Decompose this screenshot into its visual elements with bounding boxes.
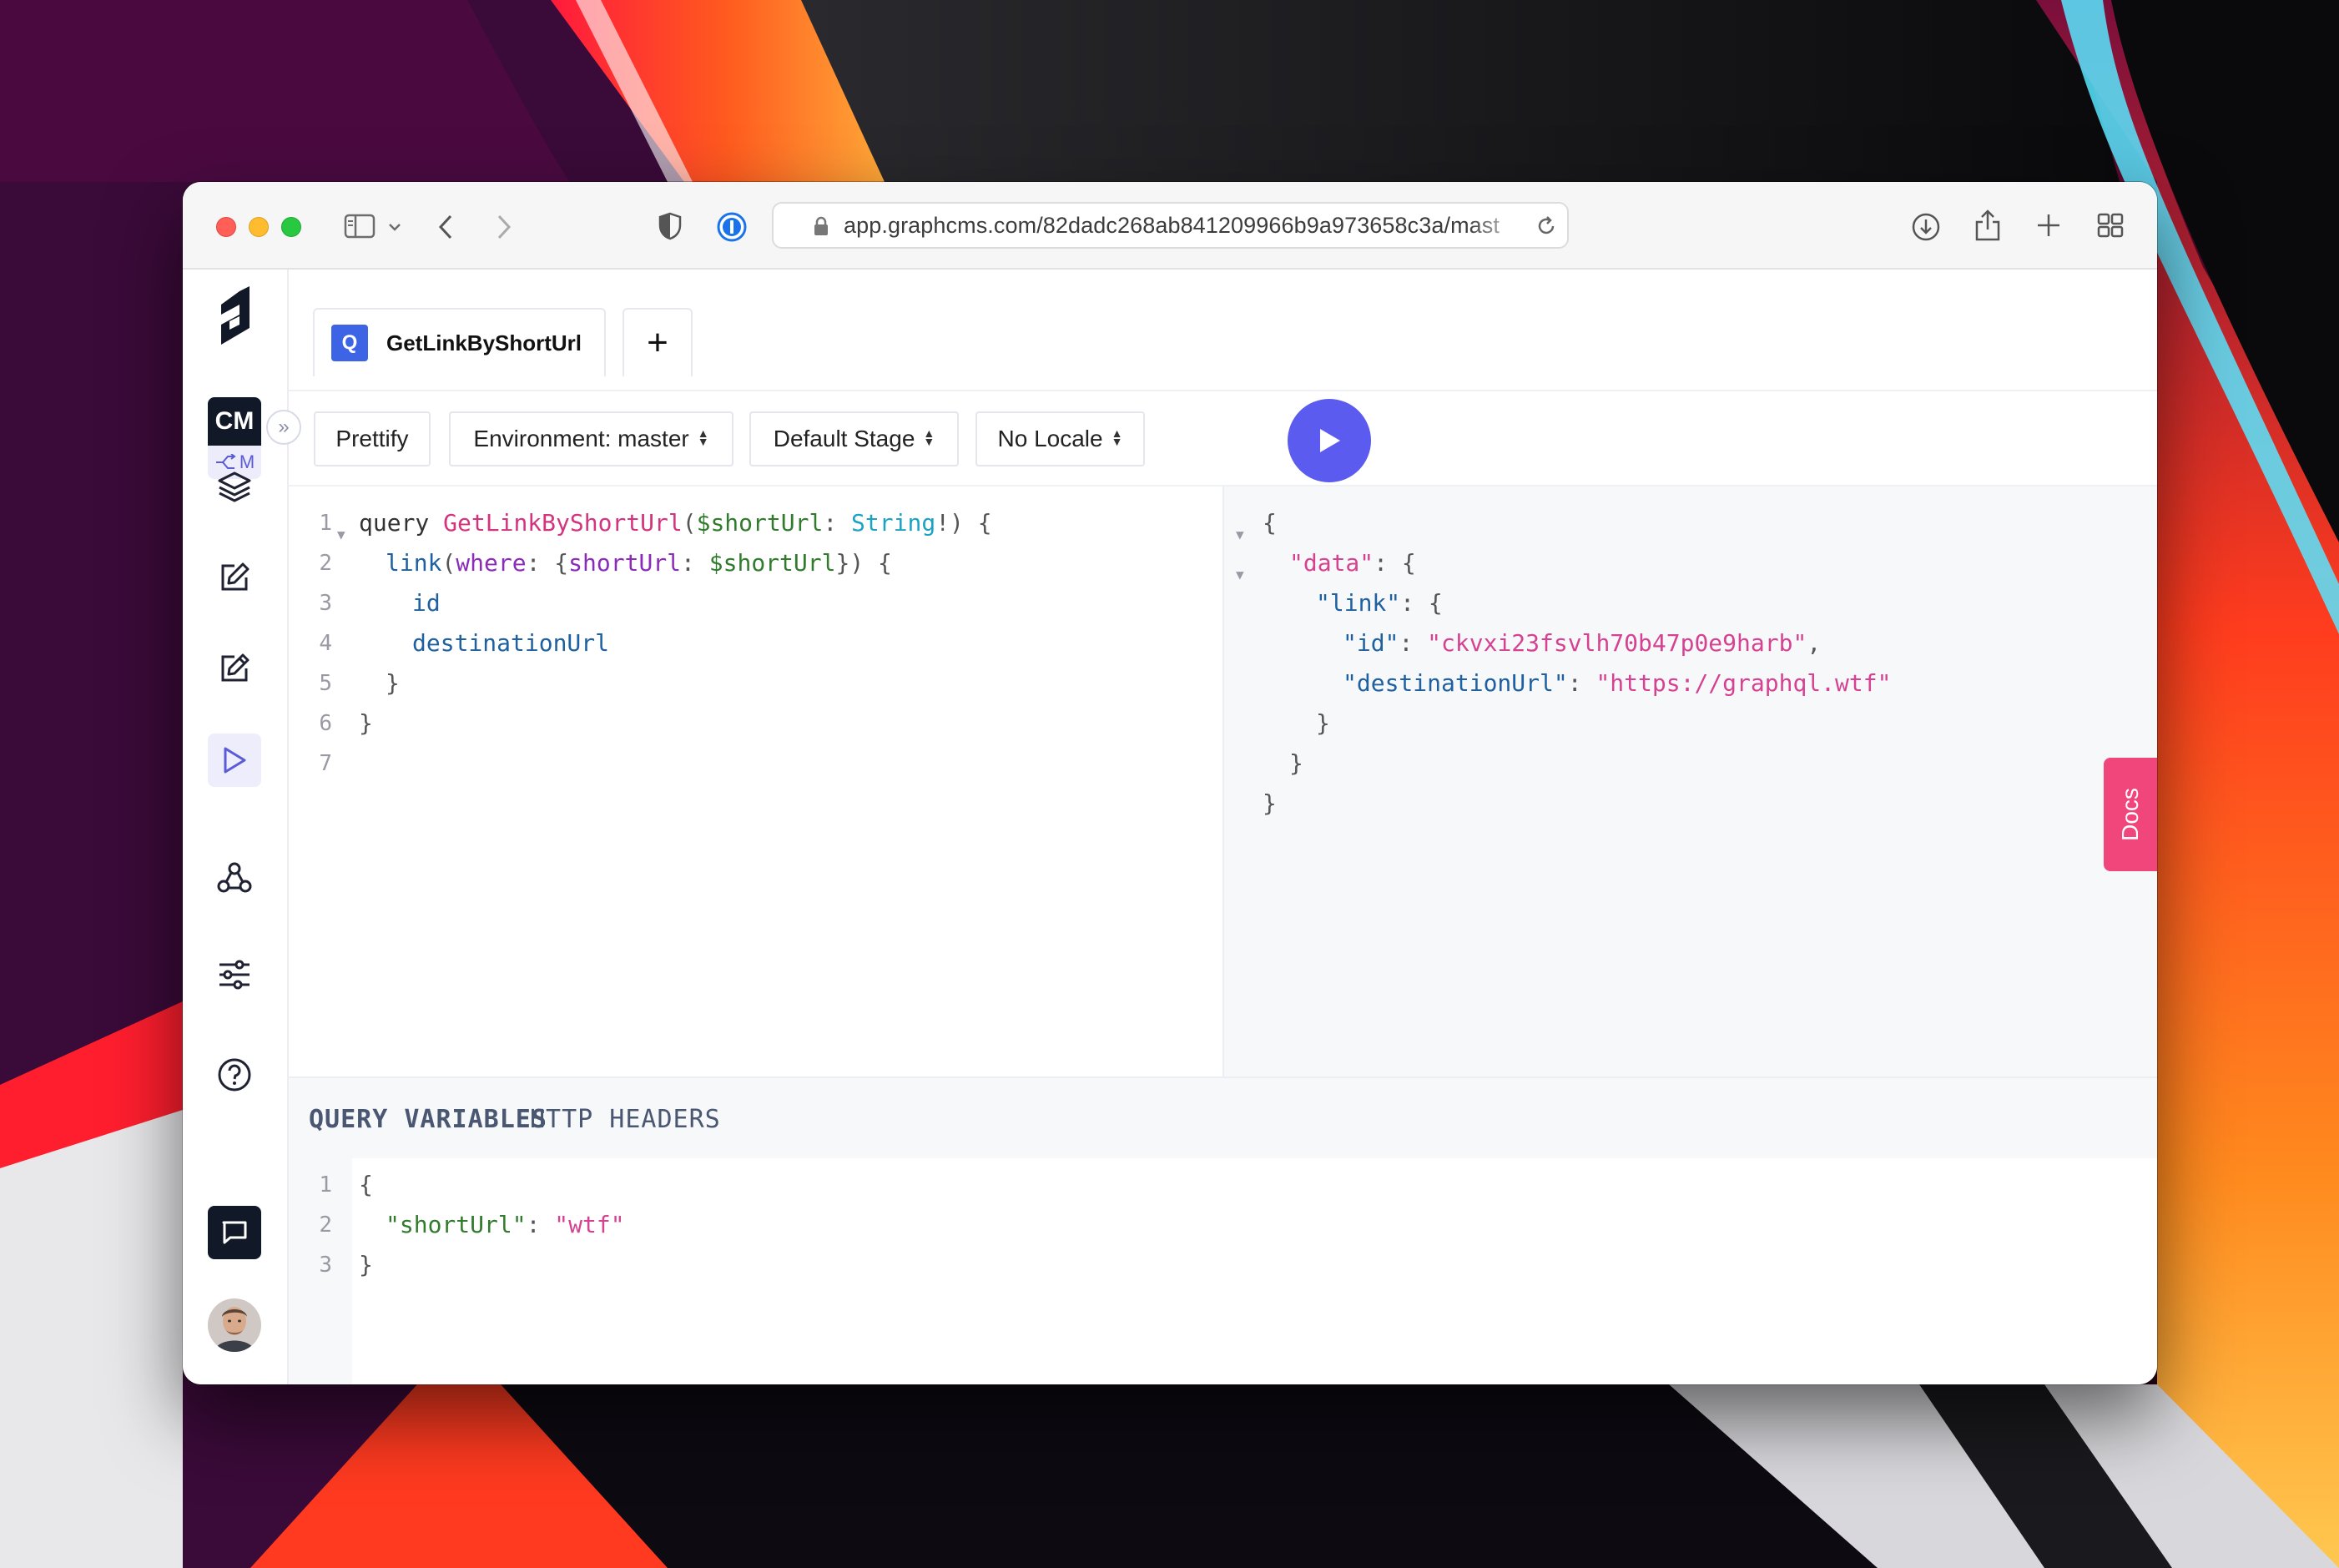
line-number: 1	[319, 511, 332, 536]
chat-button[interactable]	[208, 1206, 261, 1259]
docs-label: Docs	[2116, 788, 2143, 841]
playground-actions: Prettify Environment: master ▲ ▼ Default …	[289, 391, 2157, 487]
result-line-8: }	[1263, 789, 1277, 817]
tab-overview-icon[interactable]	[2095, 210, 2125, 240]
result-line-5: "destinationUrl": "https://graphql.wtf"	[1343, 669, 1892, 697]
app-sidebar: CM M »	[183, 270, 301, 1384]
line-number: 5	[319, 671, 332, 696]
line-number: 3	[319, 1253, 332, 1278]
chevron-down-icon[interactable]	[386, 219, 404, 235]
download-icon[interactable]	[1909, 210, 1943, 244]
result-line-7: }	[1289, 749, 1303, 777]
tab-http-headers[interactable]: HTTP HEADERS	[530, 1105, 721, 1134]
line-number: 2	[319, 551, 332, 576]
query-line-3: id	[412, 589, 441, 617]
query-type-badge: Q	[331, 325, 368, 361]
result-line-2: "data": {	[1289, 549, 1416, 577]
line-number: 6	[319, 711, 332, 736]
line-number: 7	[319, 751, 332, 776]
environment-select[interactable]: Environment: master ▲ ▼	[449, 411, 733, 466]
tab-query-variables[interactable]: QUERY VARIABLES	[309, 1105, 547, 1134]
variables-editor[interactable]: 1 2 3 { "shortUrl": "wtf" }	[289, 1158, 2157, 1384]
line-number: 2	[319, 1213, 332, 1238]
webhooks-icon[interactable]	[208, 851, 261, 905]
result-line-6: }	[1316, 709, 1330, 737]
query-line-6: }	[359, 709, 373, 737]
share-icon[interactable]	[1971, 207, 2004, 244]
address-bar[interactable]: app.graphcms.com/82dadc268ab841209966b9a…	[772, 202, 1569, 249]
locale-select[interactable]: No Locale ▲ ▼	[975, 411, 1145, 466]
fold-caret-icon[interactable]: ▼	[337, 515, 345, 555]
variables-line-2: "shortUrl": "wtf"	[386, 1211, 625, 1238]
double-chevron-right-icon: »	[278, 416, 290, 438]
lock-icon	[812, 215, 830, 237]
content-edit-icon[interactable]	[208, 551, 261, 604]
select-arrows-icon: ▲ ▼	[923, 426, 935, 448]
api-playground-icon[interactable]	[208, 734, 261, 787]
browser-toolbar: app.graphcms.com/82dadc268ab841209966b9a…	[183, 182, 2157, 270]
prettify-label: Prettify	[335, 426, 409, 451]
expand-sidebar-button[interactable]: »	[266, 410, 301, 445]
shield-icon[interactable]	[655, 210, 685, 242]
line-number: 4	[319, 631, 332, 656]
password-manager-icon[interactable]	[715, 210, 749, 244]
help-icon[interactable]	[208, 1048, 261, 1102]
add-tab-button[interactable]: +	[623, 308, 693, 376]
query-editor[interactable]: 1 2 3 4 5 6 7 ▼ query GetLinkByShortUrl(…	[289, 487, 1222, 1076]
variables-line-3: }	[359, 1251, 373, 1278]
schema-layers-icon[interactable]	[208, 460, 261, 513]
sidebar-toggle-icon[interactable]	[343, 212, 376, 240]
query-line-4: destinationUrl	[412, 629, 610, 657]
line-number: 1	[319, 1172, 332, 1197]
stage-select[interactable]: Default Stage ▲ ▼	[749, 411, 959, 466]
variables-panel-header: QUERY VARIABLES HTTP HEADERS	[289, 1076, 2157, 1158]
project-badge[interactable]: CM	[208, 397, 261, 446]
variables-line-1: {	[359, 1171, 373, 1198]
chat-icon	[222, 1221, 247, 1244]
url-text: app.graphcms.com/82dadc268ab841209966b9a…	[844, 212, 1500, 238]
docs-explorer-button[interactable]: Docs	[2104, 758, 2157, 871]
tab-getlinkbyshorturl[interactable]: Q GetLinkByShortUrl	[313, 308, 606, 376]
environment-select-label: Environment: master	[473, 426, 689, 451]
prettify-button[interactable]: Prettify	[314, 411, 431, 466]
plus-icon: +	[647, 322, 668, 363]
query-line-1: query GetLinkByShortUrl($shortUrl: Strin…	[359, 509, 992, 537]
minimize-window-button[interactable]	[249, 217, 269, 237]
result-viewer: ▼ ▼ { "data": { "link": { "id": "ckvxi23…	[1222, 487, 2157, 1076]
reload-icon[interactable]	[1534, 214, 1559, 239]
browser-window: app.graphcms.com/82dadc268ab841209966b9a…	[183, 182, 2157, 1384]
zoom-window-button[interactable]	[281, 217, 301, 237]
result-line-3: "link": {	[1316, 589, 1443, 617]
query-line-2: link(where: {shortUrl: $shortUrl}) {	[386, 549, 892, 577]
run-query-button[interactable]	[1288, 399, 1371, 482]
locale-select-label: No Locale	[997, 426, 1103, 451]
forward-arrow-icon[interactable]	[491, 212, 517, 242]
play-icon	[1320, 429, 1340, 452]
select-arrows-icon: ▲ ▼	[697, 426, 709, 448]
query-line-5: }	[386, 669, 400, 697]
select-arrows-icon: ▲ ▼	[1111, 426, 1123, 448]
result-line-4: "id": "ckvxi23fsvlh70b47p0e9harb",	[1343, 629, 1822, 657]
new-tab-icon[interactable]	[2034, 210, 2064, 240]
query-tabs: Q GetLinkByShortUrl +	[289, 270, 2157, 391]
back-arrow-icon[interactable]	[433, 212, 458, 242]
stage-select-label: Default Stage	[773, 426, 915, 451]
tab-label: GetLinkByShortUrl	[386, 330, 582, 355]
graphcms-logo-icon[interactable]	[208, 286, 261, 353]
fold-caret-icon[interactable]: ▼	[1236, 555, 1244, 595]
fold-caret-icon[interactable]: ▼	[1236, 515, 1244, 555]
close-window-button[interactable]	[216, 217, 236, 237]
line-number: 3	[319, 591, 332, 616]
result-line-1: {	[1263, 509, 1277, 537]
settings-sliders-icon[interactable]	[208, 948, 261, 1001]
user-avatar[interactable]	[208, 1298, 261, 1352]
content-edit-alt-icon[interactable]	[208, 642, 261, 695]
